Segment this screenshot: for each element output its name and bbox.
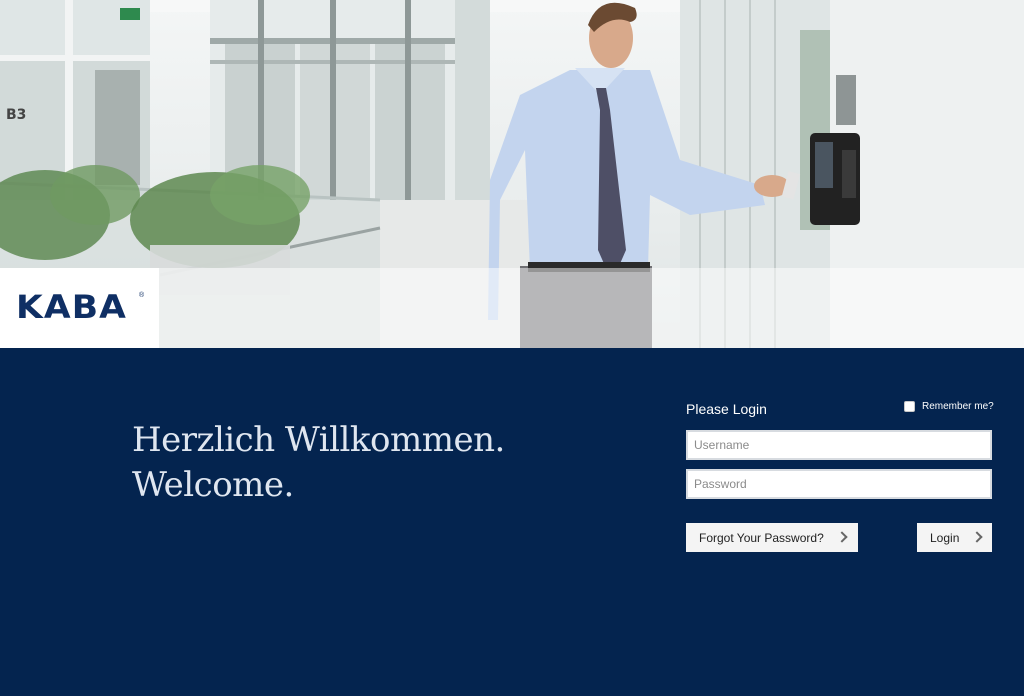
username-input[interactable] <box>686 430 992 460</box>
forgot-password-button[interactable]: Forgot Your Password? <box>686 523 858 552</box>
welcome-message: Herzlich Willkommen. Welcome. <box>132 418 505 508</box>
login-button[interactable]: Login <box>917 523 992 552</box>
login-title: Please Login <box>686 401 767 417</box>
hero-photo: B3 KABA ® <box>0 0 1024 348</box>
password-input[interactable] <box>686 469 992 499</box>
remember-me-checkbox[interactable]: Remember me? <box>904 401 994 412</box>
forgot-password-label: Forgot Your Password? <box>699 530 824 545</box>
registered-mark: ® <box>139 292 145 299</box>
chevron-right-icon <box>971 531 983 543</box>
welcome-line-english: Welcome. <box>132 465 294 505</box>
kaba-logo[interactable]: KABA <box>16 288 127 326</box>
floor-sign: B3 <box>6 107 26 123</box>
login-label: Login <box>930 530 960 545</box>
welcome-line-german: Herzlich Willkommen. <box>132 420 505 460</box>
chevron-right-icon <box>836 531 848 543</box>
checkbox-icon[interactable] <box>904 401 915 412</box>
remember-me-label: Remember me? <box>922 401 994 412</box>
